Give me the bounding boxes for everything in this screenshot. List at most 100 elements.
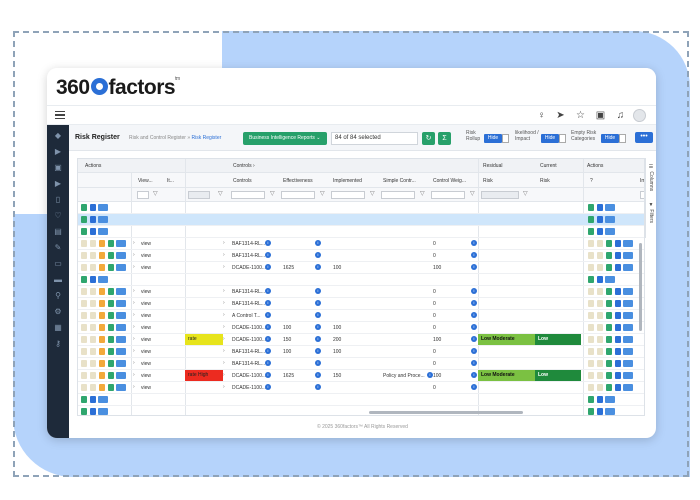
row-action-icon[interactable] [108,348,114,355]
nav-icon-3[interactable]: ▣ [53,163,63,173]
nav-icon-6[interactable]: ♡ [53,211,63,221]
filter-icon[interactable]: ▽ [153,190,158,197]
expand-chevron-icon[interactable]: › [133,252,135,258]
row-action-icon[interactable] [116,336,126,343]
info-icon[interactable]: i [315,360,321,366]
expand-chevron-icon[interactable]: › [223,240,225,246]
row-action-icon[interactable] [81,408,87,415]
row-action-icon[interactable] [81,372,87,379]
row-action-icon[interactable] [615,288,621,295]
info-icon[interactable]: i [315,384,321,390]
col-effectiveness[interactable]: Effectiveness [283,178,313,184]
expand-chevron-icon[interactable]: › [223,360,225,366]
row-action-icon[interactable] [606,360,612,367]
table-row[interactable] [78,406,644,415]
row-action-icon[interactable] [81,324,87,331]
info-icon[interactable]: i [315,300,321,306]
row-action-icon[interactable] [588,276,594,283]
expand-chevron-icon[interactable]: › [223,300,225,306]
row-action-icon[interactable] [615,372,621,379]
row-action-icon[interactable] [597,300,603,307]
row-action-icon[interactable] [597,396,603,403]
row-action-icon[interactable] [81,300,87,307]
row-action-icon[interactable] [108,300,114,307]
table-row[interactable]: › view › rate High DCADE-1100... i 1625 i 150 Pol… [78,370,644,382]
expand-chevron-icon[interactable]: › [133,336,135,342]
row-action-icon[interactable] [623,240,633,247]
table-row[interactable] [78,214,644,226]
control-name[interactable]: BAF1314-RL... [232,241,265,247]
row-action-icon[interactable] [81,216,87,223]
row-action-icon[interactable] [615,384,621,391]
expand-chevron-icon[interactable]: › [133,324,135,330]
row-action-icon[interactable] [98,216,108,223]
row-action-icon[interactable] [90,240,96,247]
filter-icon[interactable]: ▽ [370,190,375,197]
table-row[interactable]: › view › BAF1314-RL... i i 0 i [78,298,644,310]
filter-input-controls[interactable] [231,191,265,199]
filter-input-view[interactable] [137,191,149,199]
row-action-icon[interactable] [90,228,96,235]
row-action-icon[interactable] [605,396,615,403]
expand-chevron-icon[interactable]: › [133,348,135,354]
row-action-icon[interactable] [588,336,594,343]
nav-icon-2[interactable]: ▶ [53,147,63,157]
row-action-icon[interactable] [597,324,603,331]
table-row[interactable] [78,202,644,214]
filter-icon[interactable]: ▽ [320,190,325,197]
view-link[interactable]: view [141,325,151,331]
selection-field[interactable]: 84 of 84 selected [331,132,418,145]
info-icon[interactable]: i [265,324,271,330]
row-action-icon[interactable] [597,240,603,247]
view-link[interactable]: view [141,349,151,355]
row-action-icon[interactable] [108,324,114,331]
info-icon[interactable]: i [265,336,271,342]
table-row[interactable]: › view › BAF1314-RL... i i 0 i [78,286,644,298]
row-action-icon[interactable] [98,276,108,283]
row-action-icon[interactable] [90,288,96,295]
row-action-icon[interactable] [81,288,87,295]
filter-icon[interactable]: ▽ [523,190,528,197]
row-action-icon[interactable] [606,372,612,379]
view-link[interactable]: view [141,301,151,307]
row-action-icon[interactable] [588,312,594,319]
row-action-icon[interactable] [623,264,633,271]
row-action-icon[interactable] [108,384,114,391]
nav-icon-8[interactable]: ✎ [53,243,63,253]
hide-risk-rollup-button[interactable]: Hide [484,134,502,143]
bi-reports-dropdown[interactable]: Business Intelligence Reports ⌄ [243,132,327,145]
row-action-icon[interactable] [588,300,594,307]
row-action-icon[interactable] [116,264,126,271]
row-action-icon[interactable] [90,360,96,367]
expand-chevron-icon[interactable]: › [133,312,135,318]
send-icon[interactable]: ➤ [554,109,567,122]
row-action-icon[interactable] [81,264,87,271]
row-action-icon[interactable] [81,384,87,391]
nav-icon-9[interactable]: ▭ [53,259,63,269]
row-action-icon[interactable] [90,312,96,319]
col-residual-risk[interactable]: Risk [483,178,493,184]
info-icon[interactable]: i [471,240,477,246]
row-action-icon[interactable] [588,408,594,415]
col-simple-controls[interactable]: Simple Contr... [383,178,416,184]
row-action-icon[interactable] [116,312,126,319]
expand-chevron-icon[interactable]: › [223,384,225,390]
filter-icon[interactable]: ▽ [470,190,475,197]
row-action-icon[interactable] [81,348,87,355]
row-action-icon[interactable] [90,300,96,307]
row-action-icon[interactable] [606,240,612,247]
row-action-icon[interactable] [81,228,87,235]
row-action-icon[interactable] [90,372,96,379]
star-icon[interactable]: ☆ [574,109,587,122]
row-action-icon[interactable] [108,360,114,367]
row-action-icon[interactable] [99,252,105,259]
info-icon[interactable]: i [315,240,321,246]
row-action-icon[interactable] [588,252,594,259]
info-icon[interactable]: i [471,288,477,294]
col-controls[interactable]: Controls [233,178,252,184]
view-link[interactable]: view [141,373,151,379]
row-action-icon[interactable] [623,336,633,343]
row-action-icon[interactable] [81,252,87,259]
view-link[interactable]: view [141,289,151,295]
expand-chevron-icon[interactable]: › [223,348,225,354]
